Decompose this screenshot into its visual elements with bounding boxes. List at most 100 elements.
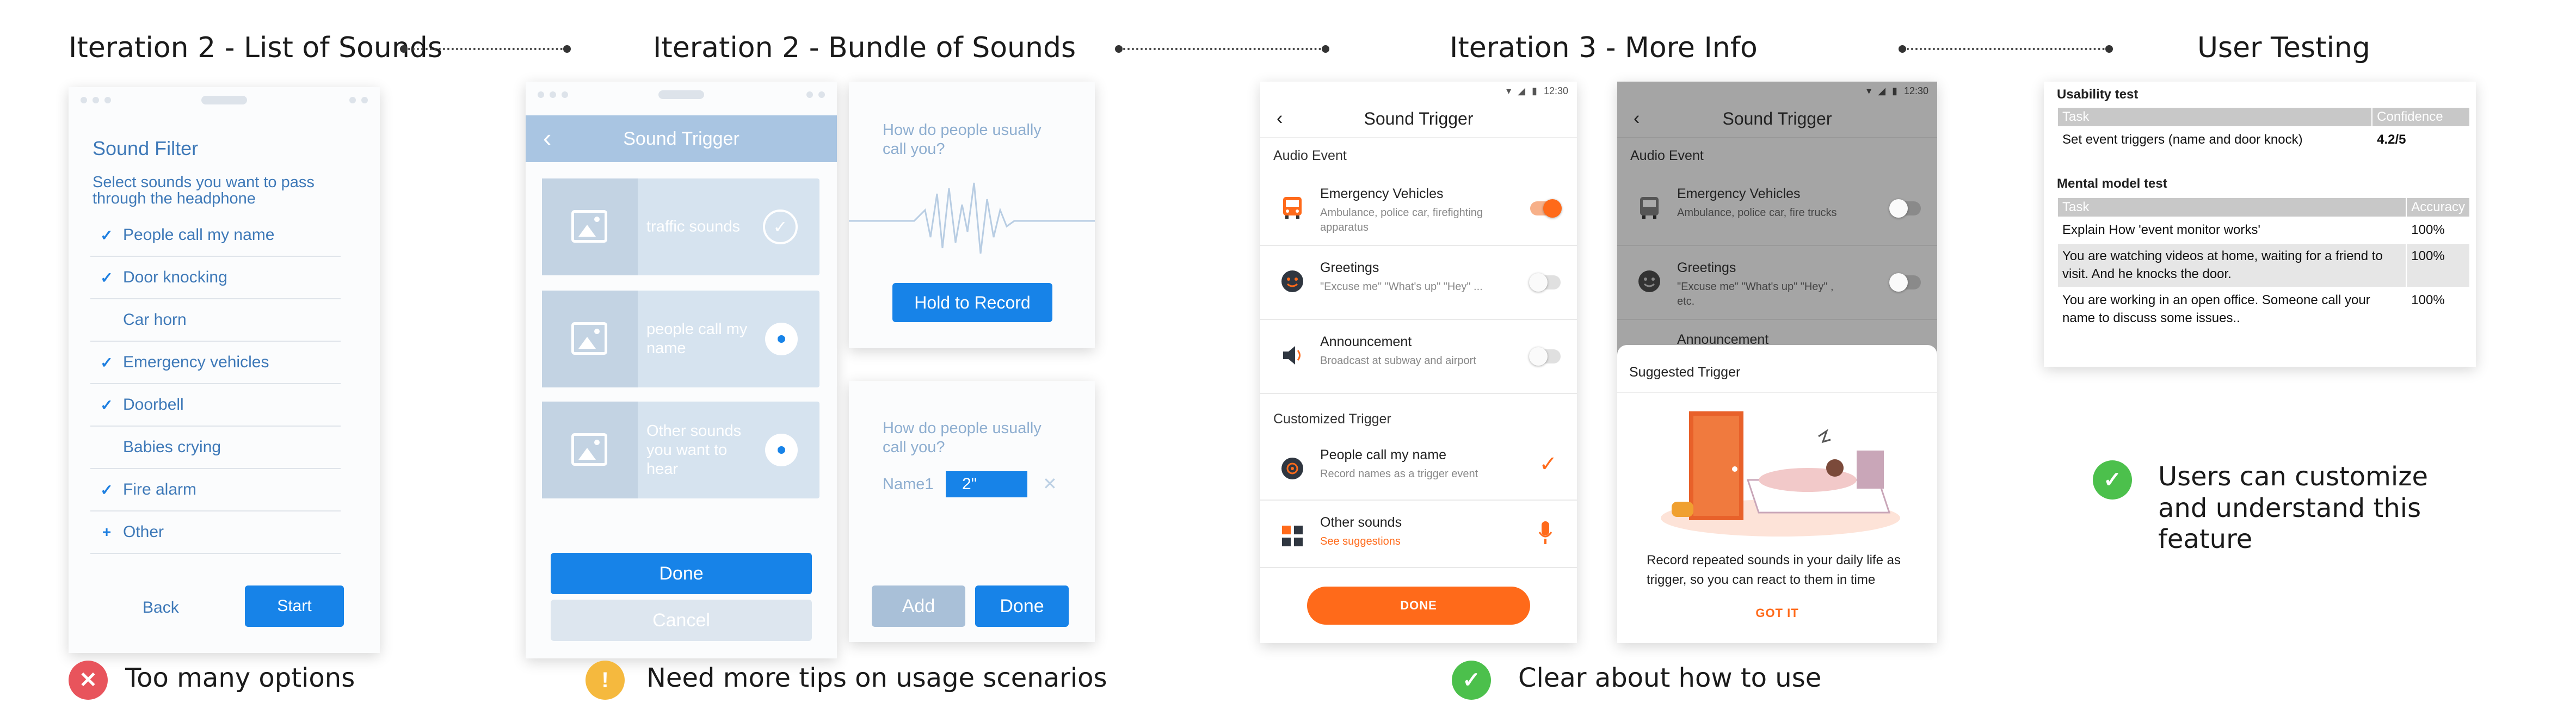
sound-card-other[interactable]: Other sounds you want to hear [542, 402, 819, 498]
filter-item[interactable]: Babies crying [90, 427, 341, 469]
add-button[interactable]: Add [872, 585, 965, 627]
checkmark-icon: ✓ [1539, 452, 1557, 476]
name-input[interactable]: 2" [946, 471, 1027, 497]
filter-item-label: Emergency vehicles [123, 353, 269, 371]
toggle-switch[interactable] [1529, 273, 1561, 292]
back-arrow-icon[interactable]: ‹ [1634, 108, 1640, 130]
overlay-header: ‹ Sound Trigger [1617, 100, 1937, 138]
microphone-icon[interactable] [1538, 520, 1553, 546]
sound-filter-screen: Sound Filter Select sounds you want to p… [69, 87, 380, 653]
custom-row[interactable]: Other sounds See suggestions [1260, 501, 1577, 568]
back-arrow-icon[interactable]: ‹ [1277, 108, 1283, 130]
check-circle-icon[interactable]: ✓ [763, 209, 798, 244]
table-header-row: Task Accuracy [2056, 197, 2470, 218]
table-cell: Explain How 'event monitor works' [2056, 217, 2407, 244]
table-cell: You are watching videos at home, waiting… [2056, 242, 2407, 288]
table-row: Explain How 'event monitor works' 100% [2056, 217, 2470, 244]
greeting-face-icon [1281, 270, 1303, 292]
mental-title: Mental model test [2057, 176, 2167, 191]
bus-icon [1640, 197, 1659, 219]
window-dots [538, 91, 568, 98]
event-row[interactable]: Announcement Broadcast at subway and air… [1260, 320, 1577, 394]
filter-item-label: Car horn [123, 311, 187, 329]
signal-icon: ◢ [1878, 85, 1886, 96]
success-icon: ✓ [2093, 460, 2132, 500]
connector-2 [1115, 45, 1329, 53]
bundle-header: ‹ Sound Trigger [526, 115, 837, 162]
filter-item[interactable]: Car horn [90, 299, 341, 342]
clear-icon[interactable]: ✕ [1043, 473, 1057, 494]
image-placeholder [542, 402, 638, 498]
image-placeholder [542, 291, 638, 387]
event-title: Greetings [1320, 260, 1379, 275]
signal-icon: ◢ [1518, 85, 1526, 96]
event-row[interactable]: Emergency Vehicles Ambulance, police car… [1617, 172, 1937, 246]
radio-button[interactable] [765, 434, 798, 466]
event-title: Announcement [1320, 334, 1412, 349]
overlay-title: Sound Trigger [1722, 108, 1832, 128]
event-row[interactable]: Emergency Vehicles Ambulance, police car… [1260, 172, 1577, 246]
name-label: Name1 [883, 476, 934, 493]
audio-event-header: Audio Event [1273, 148, 1347, 163]
table-row: Set event triggers (name and door knock)… [2056, 126, 2470, 153]
radio-button[interactable] [765, 323, 798, 355]
audio-event-header: Audio Event [1630, 148, 1704, 163]
filter-item[interactable]: ✓ Door knocking [90, 257, 341, 299]
filter-item-label: Other [123, 523, 164, 541]
filter-item-label: Door knocking [123, 268, 227, 286]
toggle-switch[interactable] [1530, 199, 1562, 218]
cancel-button[interactable]: Cancel [551, 600, 812, 641]
plus-icon: + [102, 523, 112, 540]
event-subtitle: "Excuse me" "What's up" "Hey" , etc. [1677, 281, 1834, 307]
filter-item[interactable]: ✓ People call my name [90, 214, 341, 257]
start-button[interactable]: Start [245, 585, 344, 627]
table-cell: 100% [2406, 286, 2470, 332]
filter-item[interactable]: ✓ Doorbell [90, 384, 341, 427]
feedback-clear: Clear about how to use [1518, 663, 1822, 693]
filter-item-label: Babies crying [123, 438, 221, 456]
trigger-title: Sound Trigger [1364, 108, 1474, 128]
battery-icon: ▮ [1892, 85, 1897, 96]
battery-icon: ▮ [1532, 85, 1537, 96]
trigger-done-button[interactable]: DONE [1307, 587, 1530, 625]
toggle-switch[interactable] [1529, 347, 1561, 366]
hold-to-record-button[interactable]: Hold to Record [892, 283, 1052, 322]
sound-card-name[interactable]: people call my name [542, 291, 819, 387]
waveform-icon [849, 182, 1095, 254]
filter-item-other[interactable]: + Other [90, 511, 341, 554]
see-suggestions-link[interactable]: See suggestions [1320, 534, 1516, 549]
filter-item[interactable]: ✓ Emergency vehicles [90, 342, 341, 384]
table-cell: 100% [2406, 217, 2470, 244]
window-pill [201, 96, 247, 104]
event-row[interactable]: Greetings "Excuse me" "What's up" "Hey" … [1260, 246, 1577, 320]
testing-card: Usability test Task Confidence Set event … [2044, 82, 2476, 367]
got-it-button[interactable]: GOT IT [1617, 606, 1937, 620]
table-row: You are watching videos at home, waiting… [2056, 242, 2470, 288]
table-header-row: Task Confidence [2056, 107, 2470, 127]
name-entry-card: How do people usually call you? Name1 2"… [849, 381, 1095, 642]
event-row[interactable]: Greetings "Excuse me" "What's up" "Hey" … [1617, 246, 1937, 320]
custom-row[interactable]: People call my name Record names as a tr… [1260, 433, 1577, 501]
custom-subtitle: Record names as a trigger event [1320, 468, 1478, 480]
filter-item[interactable]: ✓ Fire alarm [90, 469, 341, 511]
greeting-face-icon [1638, 270, 1660, 292]
event-subtitle: Ambulance, police car, fire trucks [1677, 207, 1837, 219]
sound-card-traffic[interactable]: traffic sounds ✓ [542, 178, 819, 275]
name-done-button[interactable]: Done [975, 585, 1069, 627]
table-cell: 4.2/5 [2371, 126, 2470, 153]
toggle-switch[interactable] [1889, 199, 1921, 218]
event-subtitle: "Excuse me" "What's up" "Hey" ... [1320, 281, 1483, 293]
window-dots [81, 97, 111, 103]
feedback-customize: Users can customize and understand this … [2158, 461, 2428, 555]
toggle-switch[interactable] [1889, 273, 1921, 292]
back-button[interactable]: Back [143, 599, 179, 617]
sound-card-label: people call my name [646, 320, 748, 357]
check-icon: ✓ [100, 354, 113, 371]
done-button[interactable]: Done [551, 553, 812, 594]
overlay-screen: ▾ ◢ ▮ 12:30 ‹ Sound Trigger Audio Event Eme… [1617, 82, 1937, 643]
section-title-iter2-bundle: Iteration 2 - Bundle of Sounds [653, 32, 1076, 64]
section-title-iter2-list: Iteration 2 - List of Sounds [69, 32, 442, 64]
image-icon [571, 433, 607, 466]
mental-table: Task Accuracy Explain How 'event monitor … [2056, 197, 2470, 332]
filter-item-label: Doorbell [123, 396, 184, 414]
